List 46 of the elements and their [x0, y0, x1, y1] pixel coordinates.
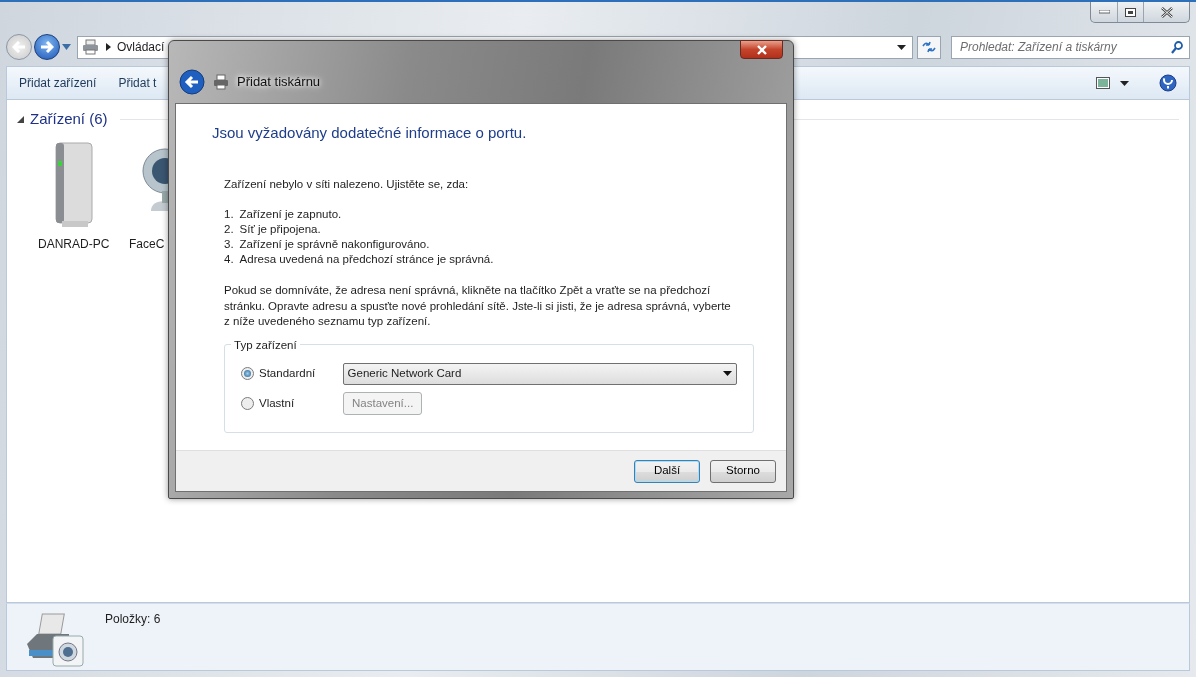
list-number: 1. — [224, 207, 234, 223]
radio-button[interactable] — [241, 367, 254, 381]
group-header[interactable]: Zařízení (6) — [30, 108, 108, 131]
close-icon — [755, 44, 768, 55]
list-number: 4. — [224, 252, 234, 268]
list-item-text: Síť je připojena. — [239, 222, 321, 238]
intro-text: Zařízení nebylo v síti nalezeno. Ujistěte se, zda: — [224, 177, 470, 192]
dialog-title: Přidat tiskárnu — [237, 73, 321, 92]
toolbar-button[interactable]: Přidat t — [118, 74, 157, 92]
forward-button[interactable] — [34, 34, 60, 60]
instructions-paragraph: Pokud se domníváte, že adresa není správná, klikněte na tlačítko Zpět a vraťte se na předchozí stránku. Opravte adresu a spusťte nové prohledání sítě. Jste-li si jisti, že je adresa správná, vyberte z níže uvedeného seznamu typ zařízení. — [224, 283, 732, 330]
maximize-icon — [1125, 7, 1136, 17]
chevron-icon — [106, 43, 111, 51]
device-label[interactable]: FaceC — [129, 234, 165, 253]
right-arrow-icon — [40, 41, 54, 53]
device-type-dropdown[interactable]: Generic Network Card — [342, 362, 737, 385]
list-item-text: Zařízení je zapnuto. — [239, 207, 342, 223]
dialog-heading: Jsou vyžadovány dodatečné informace o portu. — [212, 124, 528, 142]
refresh-icon — [922, 41, 936, 53]
dropdown-icon[interactable] — [1120, 80, 1129, 86]
search-icon — [1171, 40, 1183, 54]
radio-label[interactable]: Standardní — [259, 365, 316, 383]
item-count: Položky: 6 — [105, 611, 161, 628]
printer-icon — [213, 74, 229, 90]
toolbar-button[interactable]: Přidat zařízení — [19, 74, 97, 92]
history-dropdown-icon[interactable] — [62, 44, 71, 50]
list-item-text: Zařízení je správně nakonfigurováno. — [239, 237, 430, 253]
dropdown-icon[interactable] — [897, 44, 906, 50]
close-icon — [1159, 6, 1174, 18]
left-arrow-icon — [12, 41, 26, 53]
cancel-button[interactable]: Storno — [710, 459, 776, 483]
list-item-text: Adresa uvedená na předchozí stránce je správná. — [239, 252, 494, 268]
collapse-triangle-icon[interactable] — [17, 115, 24, 123]
search-field[interactable]: Prohledat: Zařízení a tiskárny — [951, 35, 1190, 59]
device-label[interactable]: DANRAD-PC — [38, 234, 110, 253]
list-number: 3. — [224, 237, 234, 253]
next-button[interactable]: Další — [634, 459, 700, 483]
list-number: 2. — [224, 222, 234, 238]
dropdown-icon — [723, 371, 732, 377]
minimize-icon — [1098, 10, 1110, 14]
refresh-button[interactable] — [917, 35, 941, 59]
printer-icon — [82, 39, 100, 55]
close-button[interactable] — [740, 40, 783, 59]
view-icon[interactable] — [1096, 77, 1110, 89]
breadcrumb-item[interactable]: Ovládací — [117, 38, 165, 56]
back-button[interactable] — [179, 69, 205, 95]
